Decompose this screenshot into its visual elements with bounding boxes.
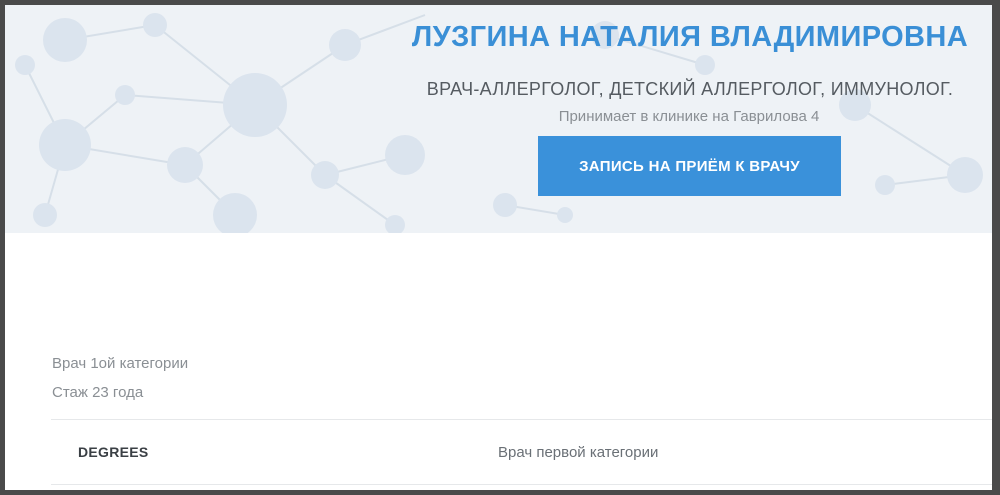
doctor-category: Врач 1ой категории [52,355,189,372]
doctor-specialties: ВРАЧ-АЛЛЕРГОЛОГ, ДЕТСКИЙ АЛЛЕРГОЛОГ, ИММ… [426,79,954,99]
doctor-name: ЛУЗГИНА НАТАЛИЯ ВЛАДИМИРОВНА [411,21,969,53]
table-divider [51,484,992,485]
row-label-degrees: DEGREES [78,444,149,460]
table-row: DEGREES Врач первой категории [51,420,992,484]
doctor-hero-banner: ЛУЗГИНА НАТАЛИЯ ВЛАДИМИРОВНА ВРАЧ-АЛЛЕРГ… [5,5,992,233]
row-value-degrees: Врач первой категории [498,444,659,461]
doctor-experience: Стаж 23 года [52,384,144,401]
page-frame: ЛУЗГИНА НАТАЛИЯ ВЛАДИМИРОВНА ВРАЧ-АЛЛЕРГ… [5,5,992,490]
book-appointment-button[interactable]: ЗАПИСЬ НА ПРИЁМ К ВРАЧУ [538,136,841,196]
clinic-location: Принимает в клинике на Гаврилова 4 [558,108,820,125]
